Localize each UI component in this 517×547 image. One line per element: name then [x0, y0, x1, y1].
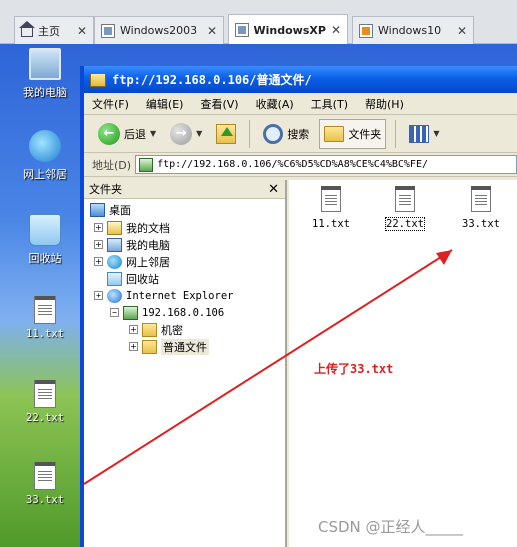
ftp-icon [139, 157, 154, 172]
computer-icon [107, 237, 122, 252]
tree-node-ie[interactable]: + Internet Explorer [94, 287, 233, 304]
folder-tree-pane: 文件夹 ✕ 桌面 + 我的文档 + 我的电脑 + 网上邻居 回收站 + Inte… [84, 180, 287, 547]
tree-node-ftp-server[interactable]: − 192.168.0.106 [110, 304, 224, 321]
address-bar: 地址(D) ftp://192.168.0.106/%C6%D5%CD%A8%C… [84, 153, 517, 177]
tree-node-public-files[interactable]: + 普通文件 [129, 338, 209, 355]
folder-icon [142, 339, 157, 354]
views-button[interactable]: ▼ [405, 119, 443, 149]
text-file-icon [321, 186, 341, 212]
menu-view[interactable]: 查看(V) [200, 96, 238, 112]
menu-tools[interactable]: 工具(T) [311, 96, 348, 112]
menu-bar: 文件(F) 编辑(E) 查看(V) 收藏(A) 工具(T) 帮助(H) [84, 93, 517, 115]
tree-node-my-computer[interactable]: + 我的电脑 [94, 236, 170, 253]
close-icon[interactable]: ✕ [77, 24, 87, 38]
folder-pane-header: 文件夹 ✕ [84, 180, 285, 199]
ftp-server-icon [123, 305, 138, 320]
folder-icon [324, 125, 345, 142]
menu-file[interactable]: 文件(F) [92, 96, 129, 112]
address-value: ftp://192.168.0.106/%C6%D5%CD%A8%CE%C4%B… [157, 159, 428, 170]
tree-node-my-documents[interactable]: + 我的文档 [94, 219, 170, 236]
annotation-text: 上传了33.txt [314, 362, 394, 376]
expand-icon[interactable]: + [129, 325, 138, 334]
forward-button[interactable]: → ▼ [166, 119, 206, 149]
network-icon [107, 254, 122, 269]
vm-tab-windows10[interactable]: Windows10 ✕ [352, 16, 474, 44]
desktop-icon-file[interactable]: 11.txt [10, 296, 80, 340]
folders-button[interactable]: 文件夹 [319, 118, 387, 149]
menu-favorites[interactable]: 收藏(A) [256, 96, 294, 112]
tree-node-secret[interactable]: + 机密 [129, 321, 183, 338]
close-icon[interactable]: ✕ [207, 24, 217, 38]
text-file-icon [395, 186, 415, 212]
views-icon [409, 124, 430, 143]
text-file-icon [471, 186, 491, 212]
desktop-icon-file[interactable]: 22.txt [10, 380, 80, 424]
vm-icon [359, 23, 373, 38]
toolbar-divider [395, 119, 397, 148]
menu-edit[interactable]: 编辑(E) [146, 96, 184, 112]
toolbar-divider [249, 119, 251, 148]
watermark: CSDN @正经人_____ [318, 518, 464, 536]
close-icon[interactable]: ✕ [268, 182, 279, 197]
close-icon[interactable]: ✕ [457, 24, 467, 38]
vm-icon [101, 23, 115, 38]
recycle-bin-icon [29, 214, 61, 246]
collapse-icon[interactable]: − [110, 308, 119, 317]
forward-arrow-icon: → [170, 122, 193, 145]
close-icon[interactable]: ✕ [331, 23, 341, 37]
documents-icon [107, 220, 122, 235]
file-item[interactable]: 22.txt [375, 186, 435, 231]
folder-tree: 桌面 + 我的文档 + 我的电脑 + 网上邻居 回收站 + Internet E… [84, 199, 285, 355]
address-input[interactable]: ftp://192.168.0.106/%C6%D5%CD%A8%CE%C4%B… [135, 155, 517, 174]
network-icon [29, 130, 61, 162]
desktop-icon-network[interactable]: 网上邻居 [10, 130, 80, 182]
tree-node-recycle-bin[interactable]: 回收站 [107, 270, 159, 287]
window-title: ftp://192.168.0.106/普通文件/ [112, 73, 312, 87]
expand-icon[interactable]: + [129, 342, 138, 351]
chevron-down-icon[interactable]: ▼ [433, 129, 439, 138]
back-button[interactable]: ← 后退 ▼ [94, 119, 160, 149]
expand-icon[interactable]: + [94, 257, 103, 266]
vm-tab-windows2003[interactable]: Windows2003 ✕ [94, 16, 224, 44]
tree-node-desktop[interactable]: 桌面 [90, 201, 131, 218]
home-icon [19, 21, 35, 37]
folder-icon [142, 322, 157, 337]
search-button[interactable]: 搜索 [259, 119, 313, 149]
file-item[interactable]: 33.txt [451, 186, 511, 230]
vm-tab-windowsxp[interactable]: WindowsXP ✕ [228, 14, 348, 45]
desktop-icon-recycle-bin[interactable]: 回收站 [10, 214, 80, 266]
menu-help[interactable]: 帮助(H) [365, 96, 404, 112]
expand-icon[interactable]: + [94, 291, 103, 300]
internet-explorer-icon [107, 288, 122, 303]
ftp-folder-icon [90, 72, 106, 87]
vm-icon [235, 23, 249, 37]
chevron-down-icon[interactable]: ▼ [196, 129, 202, 138]
expand-icon[interactable]: + [94, 223, 103, 232]
explorer-window: ftp://192.168.0.106/普通文件/ 文件(F) 编辑(E) 查看… [80, 66, 517, 547]
desktop-icon [90, 202, 105, 217]
computer-icon [29, 48, 61, 80]
vm-tab-home[interactable]: 主页 ✕ [14, 16, 94, 44]
expand-icon[interactable]: + [94, 240, 103, 249]
address-label: 地址(D) [92, 158, 132, 172]
desktop-icon-my-computer[interactable]: 我的电脑 [10, 48, 80, 100]
chevron-down-icon[interactable]: ▼ [150, 129, 156, 138]
text-file-icon [34, 462, 56, 490]
up-folder-icon [216, 123, 237, 144]
back-arrow-icon: ← [98, 122, 120, 145]
vm-tab-bar: 主页 ✕ Windows2003 ✕ WindowsXP ✕ Windows10… [0, 0, 517, 45]
text-file-icon [34, 296, 56, 324]
window-titlebar[interactable]: ftp://192.168.0.106/普通文件/ [84, 66, 517, 93]
text-file-icon [34, 380, 56, 408]
recycle-bin-icon [107, 271, 122, 286]
up-folder-button[interactable] [212, 119, 240, 149]
file-item[interactable]: 11.txt [301, 186, 361, 230]
toolbar: ← 后退 ▼ → ▼ 搜索 文件夹 ▼ [84, 115, 517, 153]
desktop-icon-file[interactable]: 33.txt [10, 462, 80, 506]
search-icon [263, 123, 284, 144]
tree-node-network[interactable]: + 网上邻居 [94, 253, 170, 270]
